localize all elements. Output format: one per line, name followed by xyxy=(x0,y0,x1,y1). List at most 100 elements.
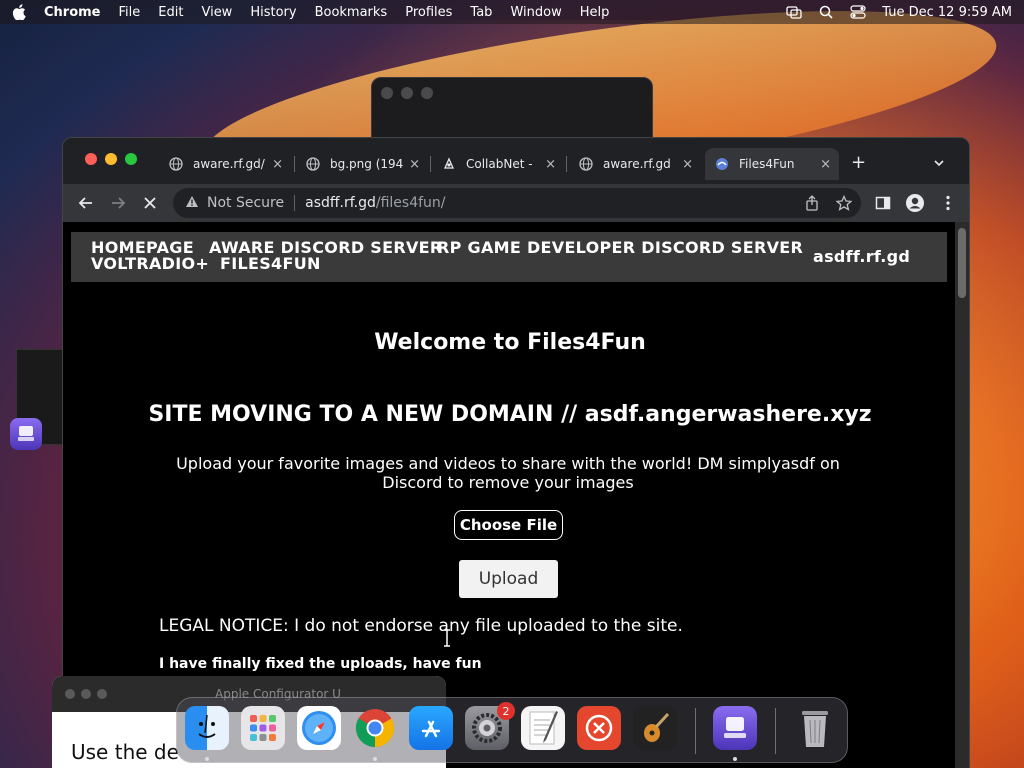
globe-icon xyxy=(169,157,183,171)
tab-title: aware.rf.gd/ xyxy=(193,157,265,171)
tab-files4fun[interactable]: Files4Fun × xyxy=(705,148,839,180)
address-separator xyxy=(294,195,296,211)
tab-close-icon[interactable]: × xyxy=(820,157,831,172)
window-minimize-button[interactable] xyxy=(105,153,117,165)
globe-icon xyxy=(579,157,593,171)
profile-avatar-icon[interactable] xyxy=(904,192,926,214)
menu-file[interactable]: File xyxy=(119,5,141,20)
url-path[interactable]: /files4fun/ xyxy=(376,195,446,211)
browser-toolbar: Not Secure asdff.rf.gd /files4fun/ xyxy=(63,184,969,222)
tab-title: CollabNet - xyxy=(466,157,533,171)
menu-bar: Chrome File Edit View History Bookmarks … xyxy=(0,0,1024,24)
menu-tab[interactable]: Tab xyxy=(470,5,492,20)
dock-running-indicator xyxy=(733,757,737,761)
control-center-icon[interactable] xyxy=(850,5,866,19)
apple-icon[interactable] xyxy=(12,4,26,20)
warning-triangle-icon[interactable] xyxy=(185,195,199,212)
chrome-window: aware.rf.gd/ × bg.png (194 × CollabNet -… xyxy=(62,137,970,768)
tab-strip: aware.rf.gd/ × bg.png (194 × CollabNet -… xyxy=(63,138,969,184)
forward-arrow-icon[interactable] xyxy=(107,192,129,214)
app-store-icon[interactable] xyxy=(409,706,453,750)
settings-badge: 2 xyxy=(497,702,515,720)
garageband-icon[interactable] xyxy=(633,706,677,750)
back-arrow-icon[interactable] xyxy=(75,192,97,214)
tab-close-icon[interactable]: × xyxy=(682,157,693,172)
tab-search-chevron-icon[interactable] xyxy=(933,154,945,173)
remote-desktop-icon[interactable] xyxy=(577,706,621,750)
tab-close-icon[interactable]: × xyxy=(272,157,283,172)
menu-profiles[interactable]: Profiles xyxy=(405,5,452,20)
dock-running-indicator xyxy=(373,757,377,761)
dock-separator xyxy=(695,708,696,754)
tab-separator xyxy=(294,156,295,172)
finder-icon[interactable] xyxy=(185,706,229,750)
welcome-heading: Welcome to Files4Fun xyxy=(374,330,646,355)
tab-aware-2[interactable]: aware.rf.gd × xyxy=(569,148,701,180)
files4fun-icon xyxy=(715,157,729,171)
globe-icon xyxy=(306,157,320,171)
upload-button[interactable]: Upload xyxy=(459,560,558,598)
apple-configurator-icon[interactable] xyxy=(713,706,757,750)
side-panel-icon[interactable] xyxy=(872,192,894,214)
spotlight-search-icon[interactable] xyxy=(818,5,834,19)
domain-move-heading: SITE MOVING TO A NEW DOMAIN // asdf.ange… xyxy=(148,402,872,427)
menu-window[interactable]: Window xyxy=(510,5,561,20)
tab-aware-1[interactable]: aware.rf.gd/ × xyxy=(159,148,291,180)
dock: 2 xyxy=(176,697,848,763)
bookmark-star-icon[interactable] xyxy=(833,192,855,214)
new-tab-button[interactable]: + xyxy=(851,152,866,173)
tab-separator xyxy=(430,156,431,172)
scrollbar-thumb[interactable] xyxy=(958,228,966,298)
menu-bookmarks[interactable]: Bookmarks xyxy=(315,5,388,20)
nav-brand[interactable]: asdff.rf.gd xyxy=(813,247,910,266)
tab-close-icon[interactable]: × xyxy=(545,157,556,172)
menu-history[interactable]: History xyxy=(250,5,296,20)
legal-notice: LEGAL NOTICE: I do not endorse any file … xyxy=(159,616,683,636)
tab-title: bg.png (194 xyxy=(330,157,404,171)
stop-loading-icon[interactable] xyxy=(139,192,161,214)
url-host[interactable]: asdff.rf.gd xyxy=(305,195,376,211)
kebab-menu-icon[interactable] xyxy=(937,192,959,214)
dock-running-indicator xyxy=(205,757,209,761)
tab-bg-png[interactable]: bg.png (194 × xyxy=(296,148,428,180)
menu-app-name[interactable]: Chrome xyxy=(44,5,101,20)
bg-window-close-dot[interactable] xyxy=(381,87,393,99)
address-bar[interactable]: Not Secure asdff.rf.gd /files4fun/ xyxy=(173,188,861,218)
site-navbar: HOMEPAGE AWARE DISCORD SERVER RP GAME DE… xyxy=(71,232,947,282)
share-icon[interactable] xyxy=(801,192,823,214)
tab-collabnet[interactable]: CollabNet - × xyxy=(432,148,564,180)
upload-description: Upload your favorite images and videos t… xyxy=(176,454,840,492)
cfg-close-dot[interactable] xyxy=(65,689,75,699)
cfg-minimize-dot[interactable] xyxy=(81,689,91,699)
uploads-fixed-note: I have finally fixed the uploads, have f… xyxy=(159,656,482,672)
configurator-body-text: Use the de xyxy=(71,740,179,764)
safari-icon[interactable] xyxy=(297,706,341,750)
launchpad-icon[interactable] xyxy=(241,706,285,750)
tab-separator xyxy=(566,156,567,172)
nav-rp-discord[interactable]: RP GAME DEVELOPER DISCORD SERVER xyxy=(437,238,803,257)
menu-edit[interactable]: Edit xyxy=(158,5,183,20)
page-scrollbar[interactable] xyxy=(955,222,969,768)
tab-title: Files4Fun xyxy=(739,157,795,171)
window-zoom-button[interactable] xyxy=(125,153,137,165)
tab-title: aware.rf.gd xyxy=(603,157,671,171)
menu-help[interactable]: Help xyxy=(580,5,610,20)
nav-voltradio[interactable]: VOLTRADIO+ xyxy=(91,254,209,273)
menu-clock[interactable]: Tue Dec 12 9:59 AM xyxy=(882,5,1012,20)
tab-close-icon[interactable]: × xyxy=(409,157,420,172)
not-secure-label[interactable]: Not Secure xyxy=(207,195,284,211)
nav-files4fun[interactable]: FILES4FUN xyxy=(220,254,321,273)
menu-view[interactable]: View xyxy=(201,5,232,20)
choose-file-button[interactable]: Choose File xyxy=(454,510,563,540)
bg-window-minimize-dot[interactable] xyxy=(401,87,413,99)
configurator-app-icon[interactable] xyxy=(10,418,42,450)
textedit-icon[interactable] xyxy=(521,706,565,750)
chrome-icon[interactable] xyxy=(353,706,397,750)
bg-window-zoom-dot[interactable] xyxy=(421,87,433,99)
dock-separator xyxy=(775,708,776,754)
window-close-button[interactable] xyxy=(85,153,97,165)
cfg-zoom-dot[interactable] xyxy=(97,689,107,699)
trash-icon[interactable] xyxy=(793,706,837,750)
text-cursor-icon xyxy=(442,629,452,651)
screen-mirroring-icon[interactable] xyxy=(786,5,802,19)
